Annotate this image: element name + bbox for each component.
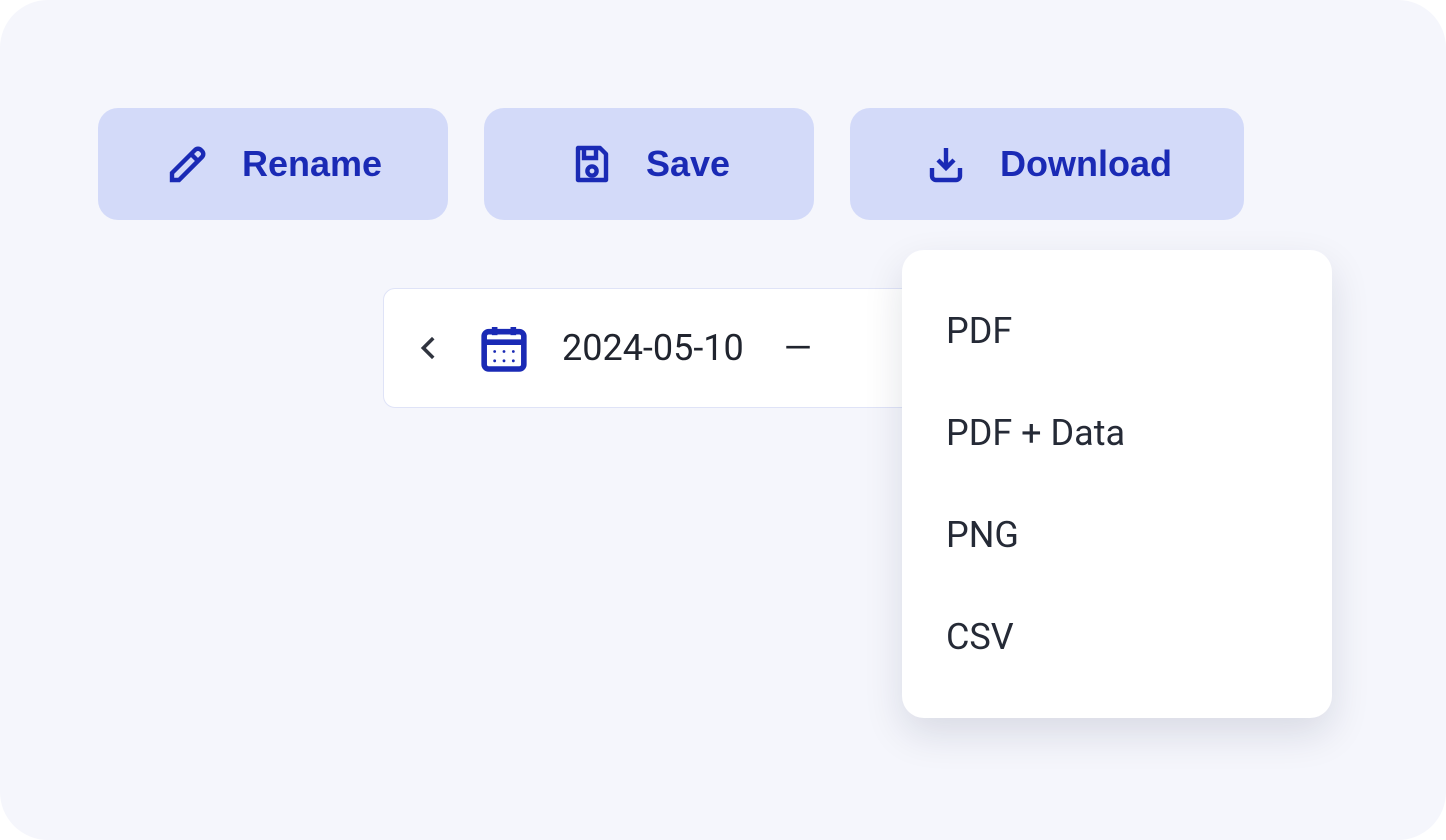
download-option-png[interactable]: PNG [902,484,1332,586]
calendar-icon [476,320,532,376]
download-option-csv[interactable]: CSV [902,586,1332,688]
toolbar: Rename Save Download [98,108,1348,220]
download-option-pdf[interactable]: PDF [902,280,1332,382]
chevron-left-icon[interactable] [412,331,446,365]
rename-button[interactable]: Rename [98,108,448,220]
download-option-pdf-data[interactable]: PDF + Data [902,382,1332,484]
rename-label: Rename [242,143,382,185]
download-dropdown: PDF PDF + Data PNG CSV [902,250,1332,718]
download-button[interactable]: Download [850,108,1244,220]
save-icon [568,140,616,188]
download-icon [922,140,970,188]
date-range-separator: — [784,327,812,369]
download-label: Download [1000,143,1172,185]
date-range-picker[interactable]: 2024-05-10 — [383,288,915,408]
save-label: Save [646,143,730,185]
date-start-text: 2024-05-10 [562,327,744,369]
main-panel: Rename Save Download [0,0,1446,840]
save-button[interactable]: Save [484,108,814,220]
pencil-icon [164,140,212,188]
